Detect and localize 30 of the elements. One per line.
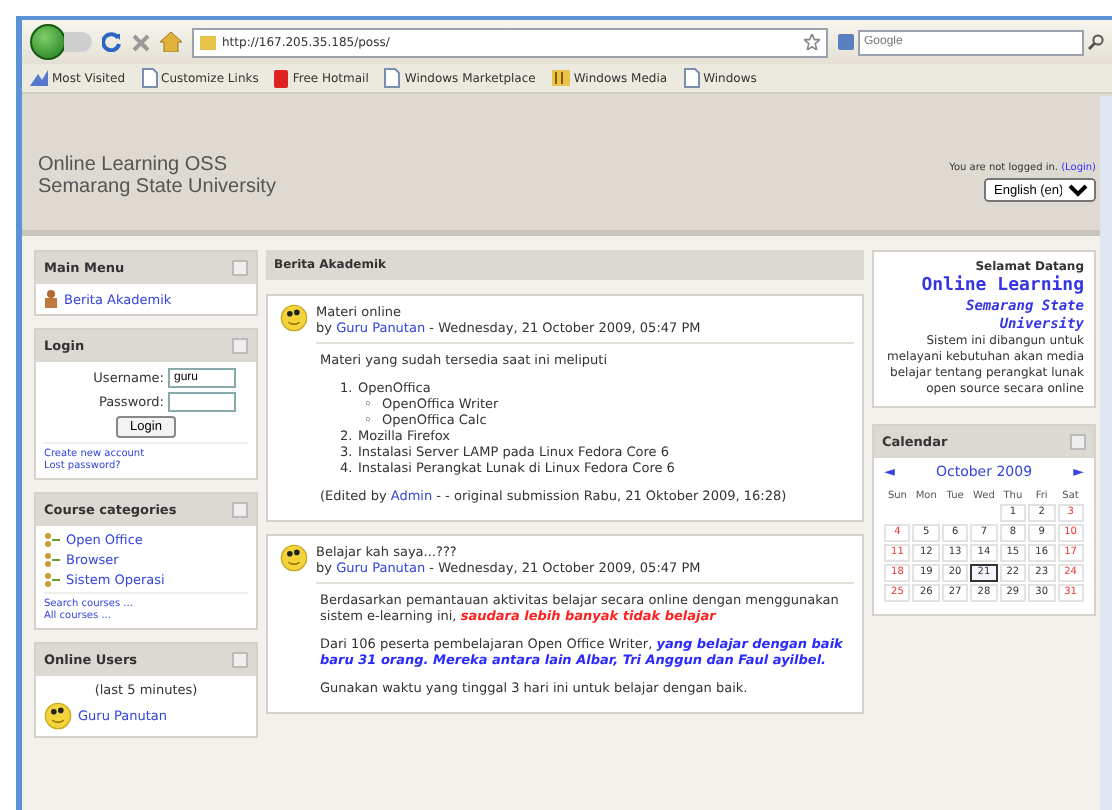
site-name: Online Learning OSS Semarang State University (38, 154, 276, 202)
author-avatar-icon (280, 544, 308, 572)
page-icon (141, 68, 158, 88)
scrollbar[interactable] (1100, 96, 1112, 810)
mail-icon (274, 69, 289, 87)
search-engine-icon (838, 34, 854, 50)
author-avatar-icon (280, 304, 308, 332)
reload-icon[interactable] (102, 32, 122, 52)
collapse-icon[interactable] (1070, 434, 1086, 450)
stop-icon[interactable] (132, 33, 150, 51)
collapse-icon[interactable] (232, 260, 248, 276)
home-icon[interactable] (160, 32, 182, 52)
site-icon (200, 35, 216, 49)
back-button[interactable] (30, 24, 66, 60)
category-icon (44, 572, 60, 588)
category-icon (44, 552, 60, 568)
star-icon[interactable] (804, 34, 820, 50)
collapse-icon[interactable] (232, 338, 248, 354)
welcome-heading: Online Learning (919, 276, 1084, 298)
person-icon (44, 290, 58, 308)
search-icon[interactable] (1088, 34, 1104, 50)
chart-icon (30, 70, 48, 86)
password-field[interactable] (168, 392, 236, 412)
collapse-icon[interactable] (232, 502, 248, 518)
user-avatar-icon (44, 702, 72, 730)
collapse-icon[interactable] (232, 652, 248, 668)
page-icon (384, 68, 401, 88)
media-icon (551, 70, 570, 86)
category-icon (44, 532, 60, 548)
page-icon (683, 68, 700, 88)
